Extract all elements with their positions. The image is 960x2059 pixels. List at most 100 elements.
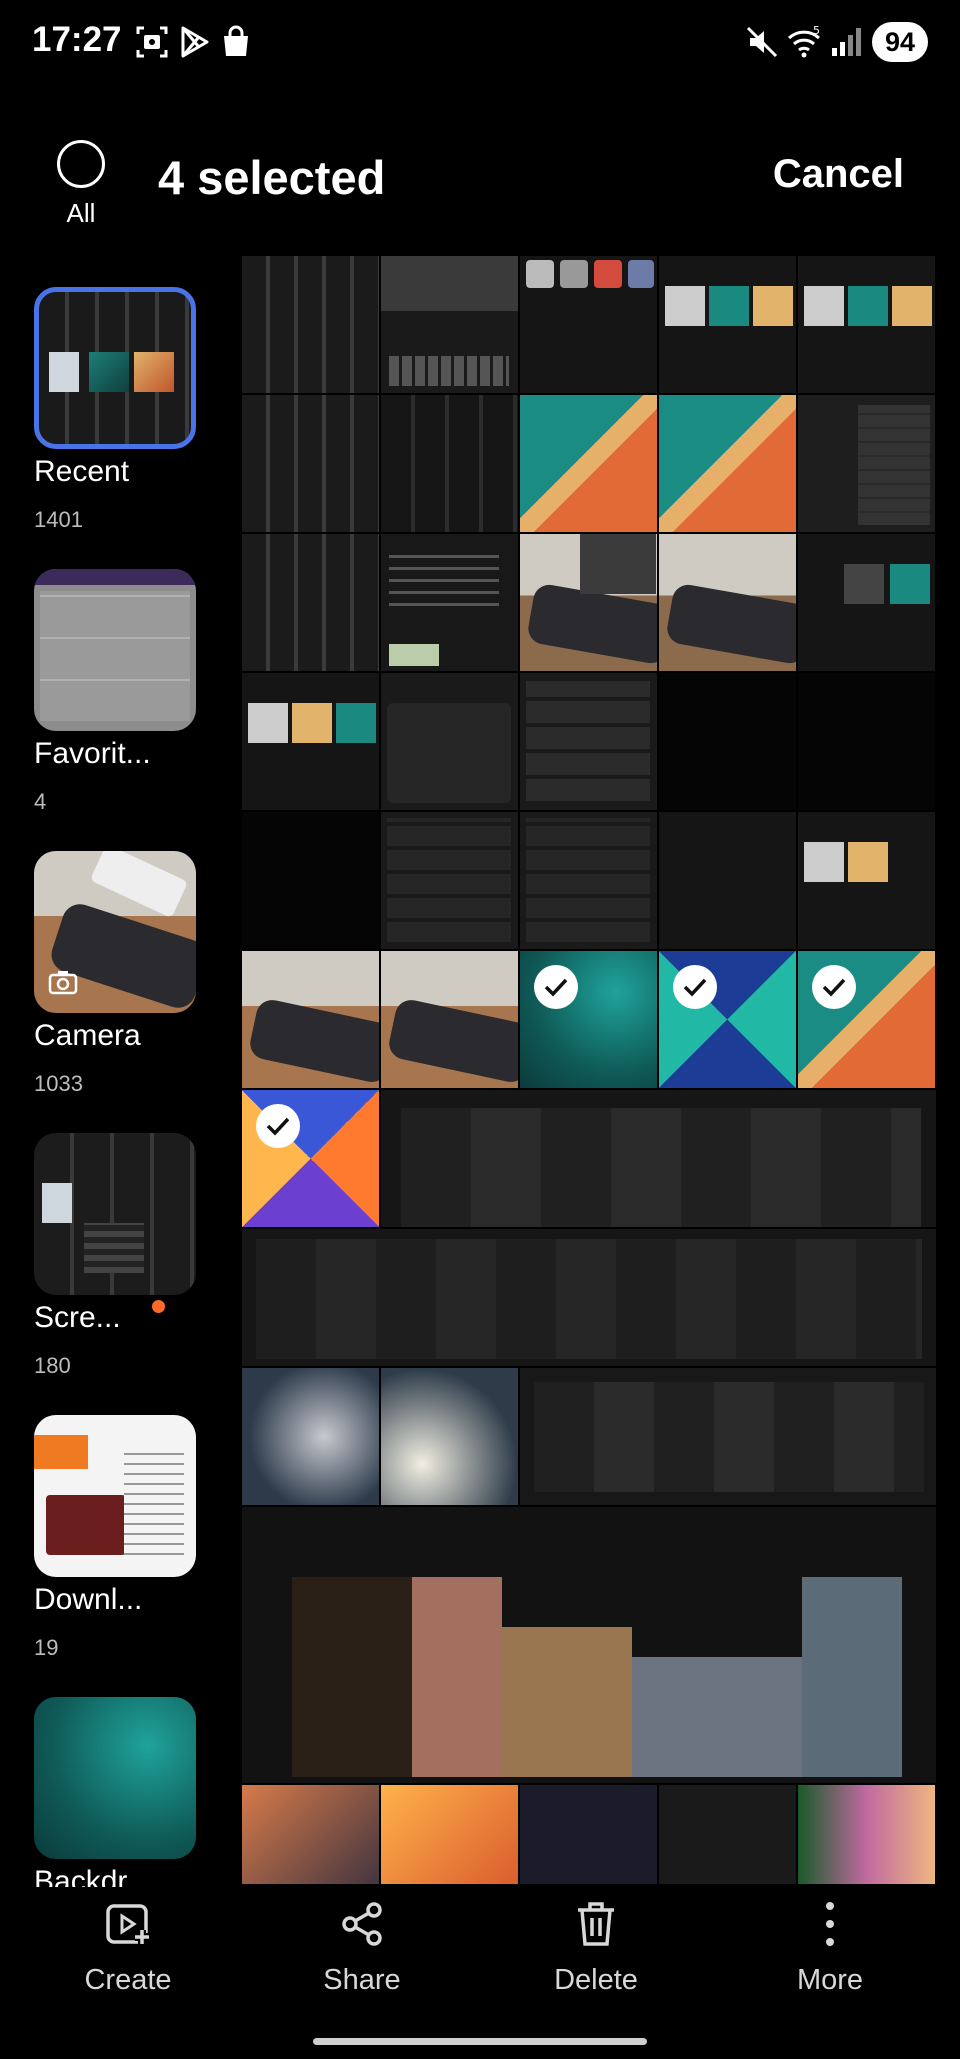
album-count: 1401 (34, 507, 83, 532)
wifi-icon: 5 (786, 24, 822, 60)
status-bar: 17:27 5 94 (0, 0, 960, 84)
album-screenshots[interactable]: Scre... 180 (34, 1133, 196, 1379)
share-button[interactable]: Share (272, 1890, 452, 1997)
photo-thumbnail[interactable] (242, 534, 379, 671)
album-count: 4 (34, 789, 47, 814)
album-downloads[interactable]: Downl... 19 (34, 1415, 196, 1661)
photo-thumbnail[interactable] (381, 1090, 936, 1227)
photo-thumbnail[interactable] (381, 951, 518, 1088)
album-name: Downl... (34, 1583, 143, 1616)
more-vertical-icon (740, 1890, 920, 1948)
photo-thumbnail[interactable] (520, 812, 657, 949)
photo-thumbnail-selected[interactable] (520, 951, 657, 1088)
mute-icon (744, 24, 780, 60)
check-icon (534, 965, 578, 1009)
album-count: 180 (34, 1353, 71, 1378)
more-label: More (796, 1964, 864, 1996)
album-camera[interactable]: Camera 1033 (34, 851, 196, 1097)
album-count: 19 (34, 1635, 59, 1660)
bottom-action-bar: Create Share Delete More (0, 1890, 960, 2010)
photo-thumbnail[interactable] (520, 1785, 657, 1884)
photo-thumbnail[interactable] (242, 256, 379, 393)
album-recent[interactable]: Recent 1401 (34, 287, 196, 533)
select-all-toggle[interactable]: All (52, 140, 110, 229)
photo-thumbnail[interactable] (520, 395, 657, 532)
album-name: Backdr... (34, 1865, 151, 1887)
svg-text:5: 5 (813, 24, 820, 37)
photo-thumbnail[interactable] (659, 673, 796, 810)
photo-thumbnail[interactable] (659, 256, 796, 393)
album-name: Camera (34, 1019, 141, 1052)
album-count: 1033 (34, 1071, 83, 1096)
create-button[interactable]: Create (38, 1890, 218, 1997)
album-name: Favorit... (34, 737, 151, 770)
photo-thumbnail[interactable] (659, 395, 796, 532)
photo-thumbnail[interactable] (520, 534, 657, 671)
new-badge (152, 1300, 165, 1313)
album-favorites[interactable]: Favorit... 4 (34, 569, 196, 815)
trash-icon (506, 1890, 686, 1948)
photo-thumbnail[interactable] (520, 673, 657, 810)
photo-thumbnail[interactable] (381, 673, 518, 810)
album-thumbnail (34, 569, 196, 731)
play-store-icon (176, 24, 212, 60)
photo-thumbnail[interactable] (381, 1368, 518, 1505)
album-name: Recent (34, 455, 130, 488)
create-label: Create (84, 1964, 172, 1996)
page-title: 4 selected (158, 151, 386, 204)
photo-thumbnail-selected[interactable] (659, 951, 796, 1088)
album-thumbnail (34, 1697, 196, 1859)
album-thumbnail (34, 287, 196, 449)
cancel-button[interactable]: Cancel (773, 152, 904, 197)
photo-thumbnail[interactable] (381, 1785, 518, 1884)
album-thumbnail (34, 851, 196, 1013)
photo-thumbnail[interactable] (242, 1507, 936, 1783)
add-video-icon (38, 1890, 218, 1948)
more-button[interactable]: More (740, 1890, 920, 1997)
photo-thumbnail[interactable] (381, 256, 518, 393)
photo-thumbnail[interactable] (242, 673, 379, 810)
share-icon (272, 1890, 452, 1948)
photo-thumbnail[interactable] (381, 534, 518, 671)
check-icon (812, 965, 856, 1009)
delete-button[interactable]: Delete (506, 1890, 686, 1997)
photo-thumbnail[interactable] (381, 395, 518, 532)
photo-grid (242, 256, 936, 1884)
photo-thumbnail[interactable] (242, 812, 379, 949)
photo-thumbnail[interactable] (242, 395, 379, 532)
select-all-label: All (66, 198, 96, 228)
album-thumbnail (34, 1133, 196, 1295)
photo-thumbnail[interactable] (242, 1368, 379, 1505)
home-gesture-handle[interactable] (313, 2038, 647, 2045)
photo-thumbnail[interactable] (659, 534, 796, 671)
photo-thumbnail[interactable] (798, 534, 935, 671)
photo-thumbnail-selected[interactable] (242, 1090, 379, 1227)
photo-thumbnail[interactable] (659, 1785, 796, 1884)
photo-thumbnail[interactable] (798, 1785, 935, 1884)
share-label: Share (323, 1964, 401, 1996)
photo-thumbnail[interactable] (659, 812, 796, 949)
photo-thumbnail[interactable] (242, 1229, 936, 1366)
album-thumbnail (34, 1415, 196, 1577)
photo-thumbnail[interactable] (520, 1368, 936, 1505)
album-name: Scre... (34, 1301, 121, 1334)
photo-thumbnail[interactable] (520, 256, 657, 393)
delete-label: Delete (554, 1964, 638, 1996)
check-icon (673, 965, 717, 1009)
check-icon (256, 1104, 300, 1148)
photo-thumbnail[interactable] (798, 812, 935, 949)
photo-thumbnail-selected[interactable] (798, 951, 935, 1088)
photo-thumbnail[interactable] (381, 812, 518, 949)
select-all-checkbox[interactable] (57, 140, 105, 188)
signal-icon (830, 24, 866, 60)
capture-icon (134, 24, 170, 60)
photo-thumbnail[interactable] (798, 673, 935, 810)
camera-icon (48, 969, 78, 1000)
shopping-bag-icon (218, 24, 254, 60)
photo-thumbnail[interactable] (798, 256, 935, 393)
photo-thumbnail[interactable] (242, 951, 379, 1088)
album-backdrops[interactable]: Backdr... (34, 1697, 196, 1887)
photo-thumbnail[interactable] (798, 395, 935, 532)
battery-level: 94 (872, 22, 928, 62)
photo-thumbnail[interactable] (242, 1785, 379, 1884)
